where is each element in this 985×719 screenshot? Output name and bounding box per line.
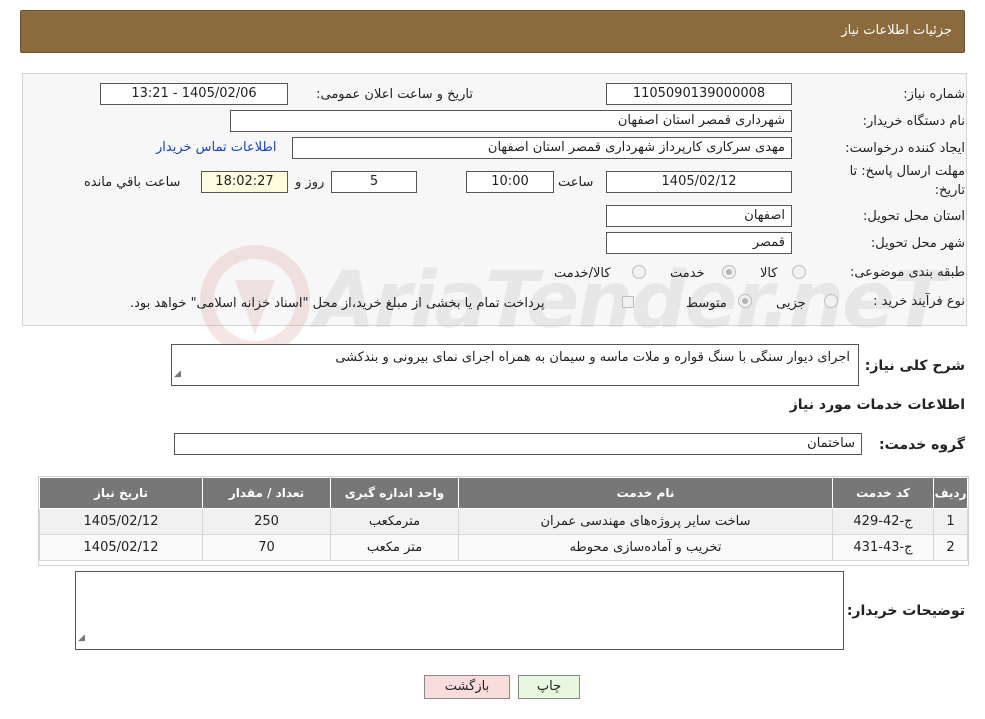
creator-field: مهدی سرکاری کارپرداز شهرداری قمصر استان … [292, 137, 792, 159]
resize-grip-icon: ◢ [174, 369, 181, 379]
cell-quantity: 70 [202, 534, 331, 561]
cell-service-name: ساخت سایر پروژه‌های مهندسی عمران [458, 508, 833, 535]
resize-grip-icon: ◢ [78, 633, 85, 643]
cell-row-number: 2 [933, 534, 968, 561]
category-label: طبقه بندی موضوعی: [849, 265, 965, 280]
province-field: اصفهان [606, 205, 792, 227]
category-radio-goods[interactable] [792, 265, 806, 279]
cell-service-code: ج-42-429 [832, 508, 934, 535]
deadline-time-label: ساعت [558, 175, 594, 190]
category-radio-service[interactable] [722, 265, 736, 279]
buyer-notes-textarea[interactable]: ◢ [75, 571, 844, 650]
description-text: اجرای دیوار سنگی با سنگ قواره و ملات ماس… [335, 350, 850, 365]
province-label: استان محل تحویل: [863, 209, 965, 224]
treasury-payment-checkbox[interactable] [622, 296, 634, 308]
announce-date-field: 1405/02/06 - 13:21 [100, 83, 288, 105]
remaining-time-label: ساعت باقي مانده [84, 175, 181, 190]
cell-service-code: ج-43-431 [832, 534, 934, 561]
deadline-label: مهلت ارسال پاسخ: تا [849, 164, 965, 179]
buyer-org-field: شهرداری قمصر استان اصفهان [230, 110, 792, 132]
services-section-title: اطلاعات خدمات مورد نیاز [789, 397, 965, 413]
deadline-time-field: 10:00 [466, 171, 554, 193]
category-option-goods: کالا [760, 266, 778, 281]
page-header: جزئیات اطلاعات نیاز [20, 10, 965, 53]
purchase-radio-minor[interactable] [824, 294, 838, 308]
column-header-service-code: کد خدمت [832, 477, 934, 509]
column-header-quantity: تعداد / مقدار [202, 477, 331, 509]
column-header-service-name: نام خدمت [458, 477, 833, 509]
buyer-org-label: نام دستگاه خریدار: [862, 114, 965, 129]
category-option-service: خدمت [670, 266, 705, 281]
remaining-days-field: 5 [331, 171, 417, 193]
cell-need-date: 1405/02/12 [39, 508, 203, 535]
back-button[interactable]: بازگشت [424, 675, 510, 699]
service-group-label: گروه خدمت: [879, 437, 965, 453]
need-number-label: شماره نیاز: [903, 87, 965, 102]
purchase-option-medium: متوسط [686, 296, 727, 311]
cell-need-date: 1405/02/12 [39, 534, 203, 561]
cell-service-name: تخریب و آماده‌سازی محوطه [458, 534, 833, 561]
purchase-radio-medium[interactable] [738, 294, 752, 308]
cell-unit: متر مکعب [330, 534, 459, 561]
purchase-type-label: نوع فرآیند خرید : [873, 294, 965, 309]
cell-row-number: 1 [933, 508, 968, 535]
buyer-notes-label: توضیحات خریدار: [846, 603, 965, 619]
category-radio-goods-service[interactable] [632, 265, 646, 279]
column-header-need-date: تاریخ نیاز [39, 477, 203, 509]
remaining-days-label: روز و [295, 175, 325, 190]
cell-quantity: 250 [202, 508, 331, 535]
treasury-payment-note: پرداخت تمام یا بخشی از مبلغ خرید،از محل … [130, 296, 545, 311]
column-header-row-number: ردیف [933, 477, 968, 509]
purchase-option-minor: جزیی [776, 296, 806, 311]
table-row: 1 ج-42-429 ساخت سایر پروژه‌های مهندسی عم… [39, 508, 968, 535]
table-row: 2 ج-43-431 تخریب و آماده‌سازی محوطه متر … [39, 534, 968, 561]
category-option-goods-service: کالا/خدمت [554, 266, 611, 281]
description-label: شرح کلی نیاز: [864, 358, 965, 374]
table-header-row: ردیف کد خدمت نام خدمت واحد اندازه گیری ت… [39, 477, 968, 509]
city-field: قمصر [606, 232, 792, 254]
service-group-field: ساختمان [174, 433, 862, 455]
description-textarea[interactable]: اجرای دیوار سنگی با سنگ قواره و ملات ماس… [171, 344, 859, 386]
announce-date-label: تاریخ و ساعت اعلان عمومی: [316, 87, 473, 102]
buyer-contact-link[interactable]: اطلاعات تماس خریدار [156, 140, 276, 155]
deadline-date-field: 1405/02/12 [606, 171, 792, 193]
column-header-unit: واحد اندازه گیری [330, 477, 459, 509]
services-table: ردیف کد خدمت نام خدمت واحد اندازه گیری ت… [38, 476, 969, 566]
print-button[interactable]: چاپ [518, 675, 580, 699]
creator-label: ایجاد کننده درخواست: [845, 141, 965, 156]
deadline-label-date: تاریخ: [934, 183, 965, 198]
need-number-field: 1105090139000008 [606, 83, 792, 105]
page-title: جزئیات اطلاعات نیاز [841, 23, 952, 38]
remaining-time-field: 18:02:27 [201, 171, 288, 193]
city-label: شهر محل تحویل: [870, 236, 965, 251]
cell-unit: مترمکعب [330, 508, 459, 535]
